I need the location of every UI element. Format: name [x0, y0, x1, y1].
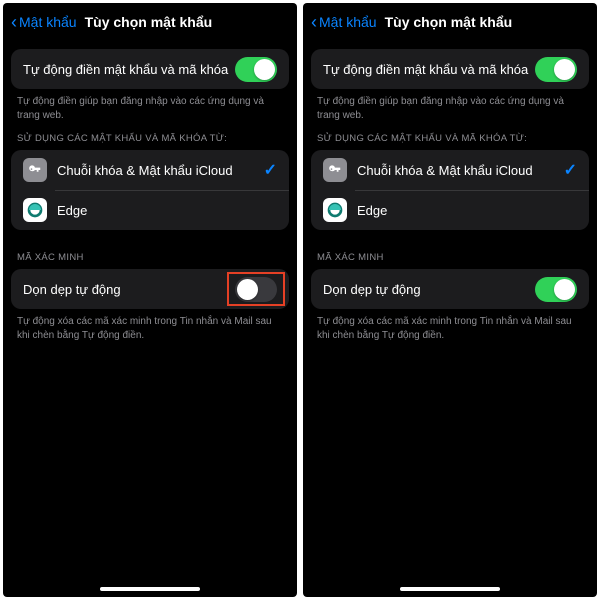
phone-right: ‹ Mật khẩu Tùy chọn mật khẩu Tự động điề…: [303, 3, 597, 597]
page-title: Tùy chọn mật khẩu: [85, 14, 213, 30]
home-indicator[interactable]: [100, 587, 200, 591]
checkmark-icon: ✓: [264, 160, 277, 180]
source-label: Edge: [57, 203, 277, 218]
cleanup-footer: Tự động xóa các mã xác minh trong Tin nh…: [303, 309, 597, 343]
cleanup-toggle[interactable]: [235, 277, 277, 302]
autofill-row[interactable]: Tự động điền mật khẩu và mã khóa: [11, 49, 289, 89]
autofill-section: Tự động điền mật khẩu và mã khóa Tự động…: [303, 49, 597, 123]
nav-bar: ‹ Mật khẩu Tùy chọn mật khẩu: [3, 3, 297, 39]
home-indicator[interactable]: [400, 587, 500, 591]
cleanup-header: MÃ XÁC MINH: [303, 252, 597, 269]
source-label: Chuỗi khóa & Mật khẩu iCloud: [357, 163, 564, 178]
source-row-edge[interactable]: Edge: [11, 190, 289, 230]
cleanup-label: Dọn dẹp tự động: [323, 282, 535, 297]
back-label: Mật khẩu: [19, 14, 77, 30]
edge-icon: [23, 198, 47, 222]
cleanup-footer: Tự động xóa các mã xác minh trong Tin nh…: [3, 309, 297, 343]
autofill-section: Tự động điền mật khẩu và mã khóa Tự động…: [3, 49, 297, 123]
autofill-label: Tự động điền mật khẩu và mã khóa: [23, 62, 235, 77]
autofill-label: Tự động điền mật khẩu và mã khóa: [323, 62, 535, 77]
cleanup-section: MÃ XÁC MINH Dọn dẹp tự động Tự động xóa …: [303, 252, 597, 343]
chevron-left-icon: ‹: [11, 13, 17, 31]
key-icon: [323, 158, 347, 182]
cleanup-row[interactable]: Dọn dẹp tự động: [11, 269, 289, 309]
sources-header: SỬ DỤNG CÁC MẬT KHẨU VÀ MÃ KHÓA TỪ:: [3, 133, 297, 150]
cleanup-toggle[interactable]: [535, 277, 577, 302]
source-label: Chuỗi khóa & Mật khẩu iCloud: [57, 163, 264, 178]
autofill-row[interactable]: Tự động điền mật khẩu và mã khóa: [311, 49, 589, 89]
autofill-toggle[interactable]: [235, 57, 277, 82]
autofill-footer: Tự động điền giúp bạn đăng nhập vào các …: [3, 89, 297, 123]
source-row-icloud[interactable]: Chuỗi khóa & Mật khẩu iCloud ✓: [11, 150, 289, 190]
cleanup-header: MÃ XÁC MINH: [3, 252, 297, 269]
source-label: Edge: [357, 203, 577, 218]
autofill-toggle[interactable]: [535, 57, 577, 82]
back-button[interactable]: ‹ Mật khẩu: [11, 13, 77, 31]
phone-left: ‹ Mật khẩu Tùy chọn mật khẩu Tự động điề…: [3, 3, 297, 597]
sources-section: SỬ DỤNG CÁC MẬT KHẨU VÀ MÃ KHÓA TỪ: Chuỗ…: [303, 133, 597, 230]
autofill-footer: Tự động điền giúp bạn đăng nhập vào các …: [303, 89, 597, 123]
key-icon: [23, 158, 47, 182]
back-label: Mật khẩu: [319, 14, 377, 30]
checkmark-icon: ✓: [564, 160, 577, 180]
chevron-left-icon: ‹: [311, 13, 317, 31]
cleanup-section: MÃ XÁC MINH Dọn dẹp tự động Tự động xóa …: [3, 252, 297, 343]
sources-section: SỬ DỤNG CÁC MẬT KHẨU VÀ MÃ KHÓA TỪ: Chuỗ…: [3, 133, 297, 230]
sources-header: SỬ DỤNG CÁC MẬT KHẨU VÀ MÃ KHÓA TỪ:: [303, 133, 597, 150]
nav-bar: ‹ Mật khẩu Tùy chọn mật khẩu: [303, 3, 597, 39]
source-row-edge[interactable]: Edge: [311, 190, 589, 230]
cleanup-row[interactable]: Dọn dẹp tự động: [311, 269, 589, 309]
back-button[interactable]: ‹ Mật khẩu: [311, 13, 377, 31]
source-row-icloud[interactable]: Chuỗi khóa & Mật khẩu iCloud ✓: [311, 150, 589, 190]
cleanup-label: Dọn dẹp tự động: [23, 282, 235, 297]
page-title: Tùy chọn mật khẩu: [385, 14, 513, 30]
edge-icon: [323, 198, 347, 222]
